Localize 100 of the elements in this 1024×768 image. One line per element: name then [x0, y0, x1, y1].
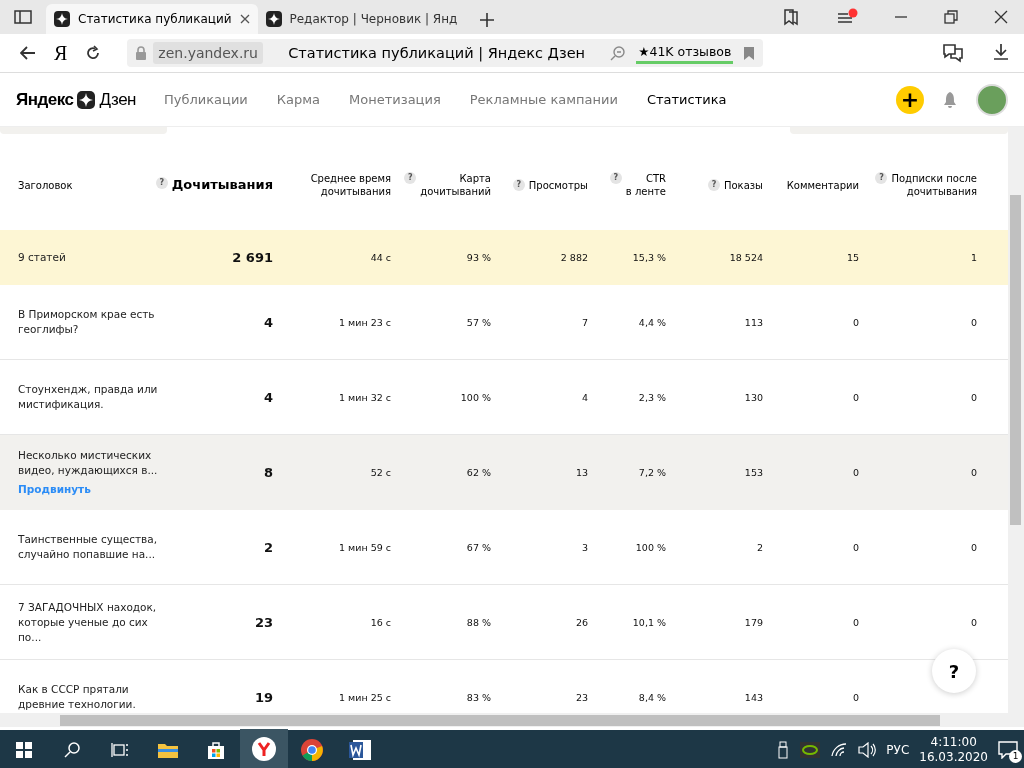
- column-header[interactable]: Комментарии: [786, 178, 859, 192]
- yandex-browser-icon[interactable]: [252, 737, 276, 761]
- zoom-icon[interactable]: [610, 45, 627, 61]
- horizontal-scrollbar[interactable]: [0, 713, 1024, 730]
- table-row[interactable]: Несколько мистических видео, нуждающихся в... Продвинуть 8 52 с 62 % 13 7,2 % 153 0 0: [0, 435, 1008, 510]
- help-icon[interactable]: ?: [707, 178, 720, 191]
- browser-tab[interactable]: Статистика публикаций: [46, 4, 258, 34]
- table-cell: 19: [254, 689, 273, 705]
- column-header[interactable]: CTR в ленте: [625, 172, 666, 198]
- chrome-icon[interactable]: [300, 738, 324, 762]
- favicon-icon: [265, 11, 282, 27]
- table-cell: 0: [852, 616, 859, 628]
- column-header[interactable]: Просмотры: [528, 178, 588, 192]
- table-cell: 57 %: [466, 316, 491, 328]
- table-cell: 4: [263, 314, 273, 330]
- restore-icon[interactable]: [944, 10, 958, 24]
- table-cell: 100 %: [460, 391, 491, 403]
- help-icon[interactable]: ?: [875, 172, 888, 184]
- word-icon[interactable]: [348, 739, 372, 761]
- table-cell: 1 мин 23 с: [339, 316, 391, 328]
- nav-link[interactable]: Публикации: [164, 92, 248, 107]
- table-cell: 4: [263, 389, 273, 405]
- usb-icon[interactable]: [778, 741, 791, 759]
- folder-icon[interactable]: [157, 741, 179, 759]
- bookmark-icon[interactable]: [743, 46, 756, 60]
- article-title[interactable]: 7 ЗАГАДОЧНЫХ находок, которые ученые до сих по...: [18, 599, 174, 645]
- table-cell: 0: [852, 466, 859, 478]
- help-icon[interactable]: ?: [404, 172, 417, 184]
- search-icon[interactable]: [64, 742, 80, 758]
- nav-link[interactable]: Карма: [276, 92, 321, 107]
- avatar[interactable]: [976, 83, 1008, 116]
- bookmarks-icon[interactable]: [782, 8, 800, 26]
- table-row[interactable]: В Приморском крае есть геоглифы? 4 1 мин 23 с 57 % 7 4,4 % 113 0 0: [0, 285, 1008, 360]
- table-cell: 153: [744, 466, 763, 478]
- column-header[interactable]: Подписки после дочитывания: [891, 172, 977, 198]
- sidebar-icon[interactable]: [14, 10, 32, 24]
- table-row[interactable]: Таинственные существа, случайно попавшие на... 2 1 мин 59 с 67 % 3 100 % 2 0 0: [0, 510, 1008, 585]
- table-cell: 113: [744, 316, 763, 328]
- bell-icon[interactable]: [942, 90, 958, 109]
- table-cell: 0: [970, 616, 977, 628]
- table-cell: 1 мин 25 с: [339, 691, 391, 703]
- lock-icon: [135, 46, 148, 60]
- reload-icon[interactable]: [85, 45, 102, 61]
- column-header[interactable]: Среднее время дочитывания: [310, 172, 391, 198]
- table-cell: 0: [970, 316, 977, 328]
- table-cell: 26: [575, 616, 588, 628]
- reviews-badge[interactable]: ★41K отзывов: [636, 42, 734, 64]
- nav-link[interactable]: Статистика: [646, 92, 727, 107]
- table-cell: 100 %: [635, 541, 666, 553]
- table-cell: 67 %: [466, 541, 491, 553]
- close-icon[interactable]: [239, 14, 250, 24]
- task-view-icon[interactable]: [111, 742, 129, 758]
- table-cell: 8: [263, 464, 273, 480]
- table-cell: 16 с: [370, 616, 391, 628]
- table-cell: 2 691: [232, 250, 273, 265]
- article-title[interactable]: Как в СССР прятали древние технологии.: [18, 682, 174, 712]
- download-icon[interactable]: [992, 43, 1010, 61]
- article-title[interactable]: В Приморском крае есть геоглифы?: [18, 307, 174, 337]
- language-indicator[interactable]: РУС: [886, 743, 910, 757]
- table-cell: 23: [254, 614, 273, 630]
- column-header[interactable]: Карта дочитываний: [420, 172, 491, 198]
- scrollbar[interactable]: [1008, 127, 1024, 713]
- clock[interactable]: 4:11:00 16.03.2020: [919, 735, 988, 765]
- home-button[interactable]: Я: [54, 41, 68, 65]
- table-cell: 0: [970, 541, 977, 553]
- table-cell: 7,2 %: [638, 466, 666, 478]
- table-cell: 0: [852, 391, 859, 403]
- table-cell: 93 %: [466, 252, 491, 263]
- article-title[interactable]: Стоунхендж, правда или мистификация.: [18, 382, 174, 412]
- close-icon[interactable]: [994, 10, 1008, 24]
- back-icon[interactable]: [20, 46, 36, 60]
- help-icon[interactable]: ?: [512, 178, 525, 191]
- volume-icon[interactable]: [858, 742, 877, 758]
- windows-icon[interactable]: [16, 742, 32, 758]
- wifi-icon[interactable]: [830, 742, 849, 758]
- table-cell: 10,1 %: [632, 616, 666, 628]
- column-header[interactable]: Заголовок: [18, 178, 73, 192]
- table-cell: 2: [756, 541, 763, 553]
- add-button[interactable]: +: [896, 85, 924, 114]
- column-header[interactable]: Показы: [723, 178, 763, 192]
- help-icon[interactable]: ?: [155, 177, 168, 189]
- nav-link[interactable]: Монетизация: [349, 92, 441, 107]
- table-cell: 44 с: [370, 252, 391, 263]
- nav-link[interactable]: Рекламные кампании: [469, 92, 618, 107]
- store-icon[interactable]: [206, 740, 226, 760]
- article-title[interactable]: Таинственные существа, случайно попавшие на...: [18, 532, 174, 562]
- table-cell: 23: [575, 691, 588, 703]
- help-button[interactable]: ?: [932, 649, 976, 693]
- logo-text: Яндекс: [16, 89, 74, 110]
- help-icon[interactable]: ?: [609, 172, 622, 184]
- table-cell: 2,3 %: [638, 391, 666, 403]
- address-field[interactable]: zen.yandex.ru Статистика публикаций | Яндекс Дзен ★41K отзывов: [127, 39, 764, 67]
- new-tab-icon[interactable]: [479, 12, 496, 28]
- table-cell: 7: [581, 316, 588, 328]
- article-title[interactable]: Несколько мистических видео, нуждающихся в...: [18, 447, 174, 478]
- nvidia-icon[interactable]: [800, 742, 821, 758]
- menu-icon[interactable]: [836, 8, 858, 26]
- browser-tab[interactable]: Редактор | Черновик | Янд: [257, 4, 466, 34]
- feedback-icon[interactable]: [942, 43, 964, 63]
- column-header[interactable]: Дочитывания: [171, 177, 273, 193]
